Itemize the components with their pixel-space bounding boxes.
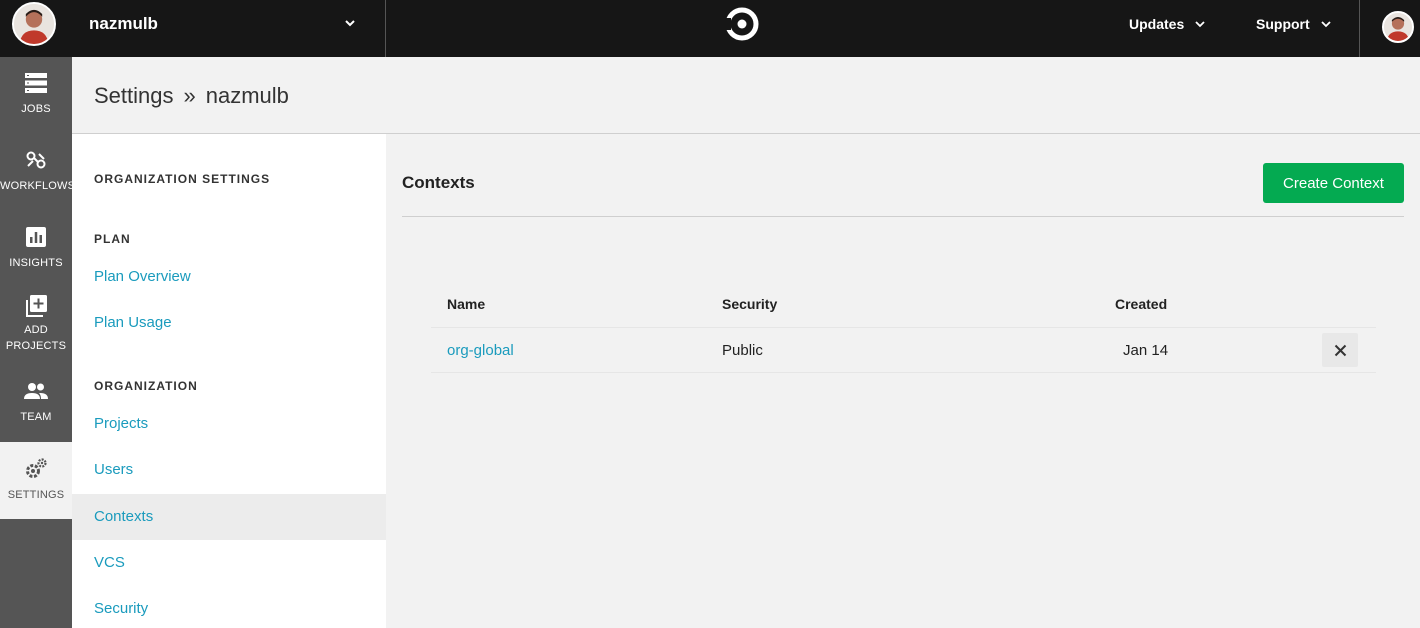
user-menu[interactable] xyxy=(1359,0,1420,57)
org-switcher[interactable]: nazmulb xyxy=(0,0,386,57)
insights-icon xyxy=(26,227,46,247)
nav-settings[interactable]: SETTINGS xyxy=(0,442,72,519)
settings-sidebar: ORGANIZATION SETTINGS PLAN Plan Overview… xyxy=(72,134,386,628)
sidebar-item-plan-overview[interactable]: Plan Overview xyxy=(72,254,386,300)
nav-add-label-line2: PROJECTS xyxy=(5,340,67,352)
nav-settings-label: SETTINGS xyxy=(7,489,65,501)
nav-insights[interactable]: INSIGHTS xyxy=(0,225,72,271)
chevron-down-icon xyxy=(345,20,355,27)
divider xyxy=(402,216,1404,217)
context-name-link[interactable]: org-global xyxy=(447,342,514,359)
create-context-button[interactable]: Create Context xyxy=(1263,163,1404,203)
nav-team[interactable]: TEAM xyxy=(0,379,72,425)
close-icon xyxy=(1334,344,1346,356)
main-content: Contexts Create Context Name Security Cr… xyxy=(386,134,1420,628)
column-header-created: Created xyxy=(1115,296,1168,312)
sidebar-item-contexts[interactable]: Contexts xyxy=(72,494,386,540)
context-created: Jan 14 xyxy=(1123,342,1169,359)
left-nav: JOBS WORKFLOWS INSIGHTS ADD PROJECTS TEAM… xyxy=(0,57,76,628)
support-menu[interactable]: Support xyxy=(1256,16,1332,32)
settings-icon xyxy=(26,458,47,478)
plan-heading: PLAN xyxy=(94,232,131,246)
sidebar-item-security[interactable]: Security xyxy=(72,586,386,628)
org-name: nazmulb xyxy=(89,14,158,33)
team-icon xyxy=(24,383,48,399)
nav-team-label: TEAM xyxy=(20,411,52,423)
nav-jobs[interactable]: JOBS xyxy=(0,71,72,117)
nav-add-projects-label: ADD PROJECTS xyxy=(0,322,72,354)
chevron-down-icon xyxy=(1321,21,1331,28)
sidebar-item-users[interactable]: Users xyxy=(72,447,386,493)
sidebar-item-plan-usage[interactable]: Plan Usage xyxy=(72,300,386,346)
nav-insights-label: INSIGHTS xyxy=(9,257,63,269)
nav-jobs-label: JOBS xyxy=(21,103,51,115)
user-avatar xyxy=(1382,11,1414,43)
breadcrumb-current: nazmulb xyxy=(205,83,289,108)
jobs-icon xyxy=(25,73,47,93)
top-bar: nazmulb Updates Support xyxy=(0,0,1420,57)
updates-menu[interactable]: Updates xyxy=(1129,16,1206,32)
workflows-icon xyxy=(26,151,46,169)
page-title: Contexts xyxy=(402,173,475,192)
breadcrumb: Settings » nazmulb xyxy=(94,83,299,109)
breadcrumb-separator: » xyxy=(183,83,196,108)
nav-add-projects[interactable]: ADD PROJECTS xyxy=(0,294,72,354)
updates-label: Updates xyxy=(1129,16,1185,32)
page-header: Settings » nazmulb xyxy=(72,57,1420,134)
nav-workflows-label: WORKFLOWS xyxy=(0,180,76,192)
column-header-security: Security xyxy=(722,296,778,312)
add-projects-icon xyxy=(26,295,47,317)
nav-workflows[interactable]: WORKFLOWS xyxy=(0,148,76,194)
breadcrumb-settings[interactable]: Settings xyxy=(94,83,174,109)
sidebar-item-projects[interactable]: Projects xyxy=(72,401,386,447)
sidebar-item-vcs[interactable]: VCS xyxy=(72,540,386,586)
organization-heading: ORGANIZATION xyxy=(94,379,198,393)
nav-add-label-line1: ADD xyxy=(24,324,48,336)
column-header-name: Name xyxy=(447,296,486,312)
org-avatar xyxy=(12,2,56,46)
chevron-down-icon xyxy=(1195,21,1205,28)
context-security: Public xyxy=(722,342,763,359)
table-row: org-global Public Jan 14 xyxy=(431,327,1376,373)
delete-context-button[interactable] xyxy=(1322,333,1358,367)
org-settings-heading: ORGANIZATION SETTINGS xyxy=(94,172,271,186)
circleci-logo-icon[interactable] xyxy=(725,7,759,41)
support-label: Support xyxy=(1256,16,1310,32)
